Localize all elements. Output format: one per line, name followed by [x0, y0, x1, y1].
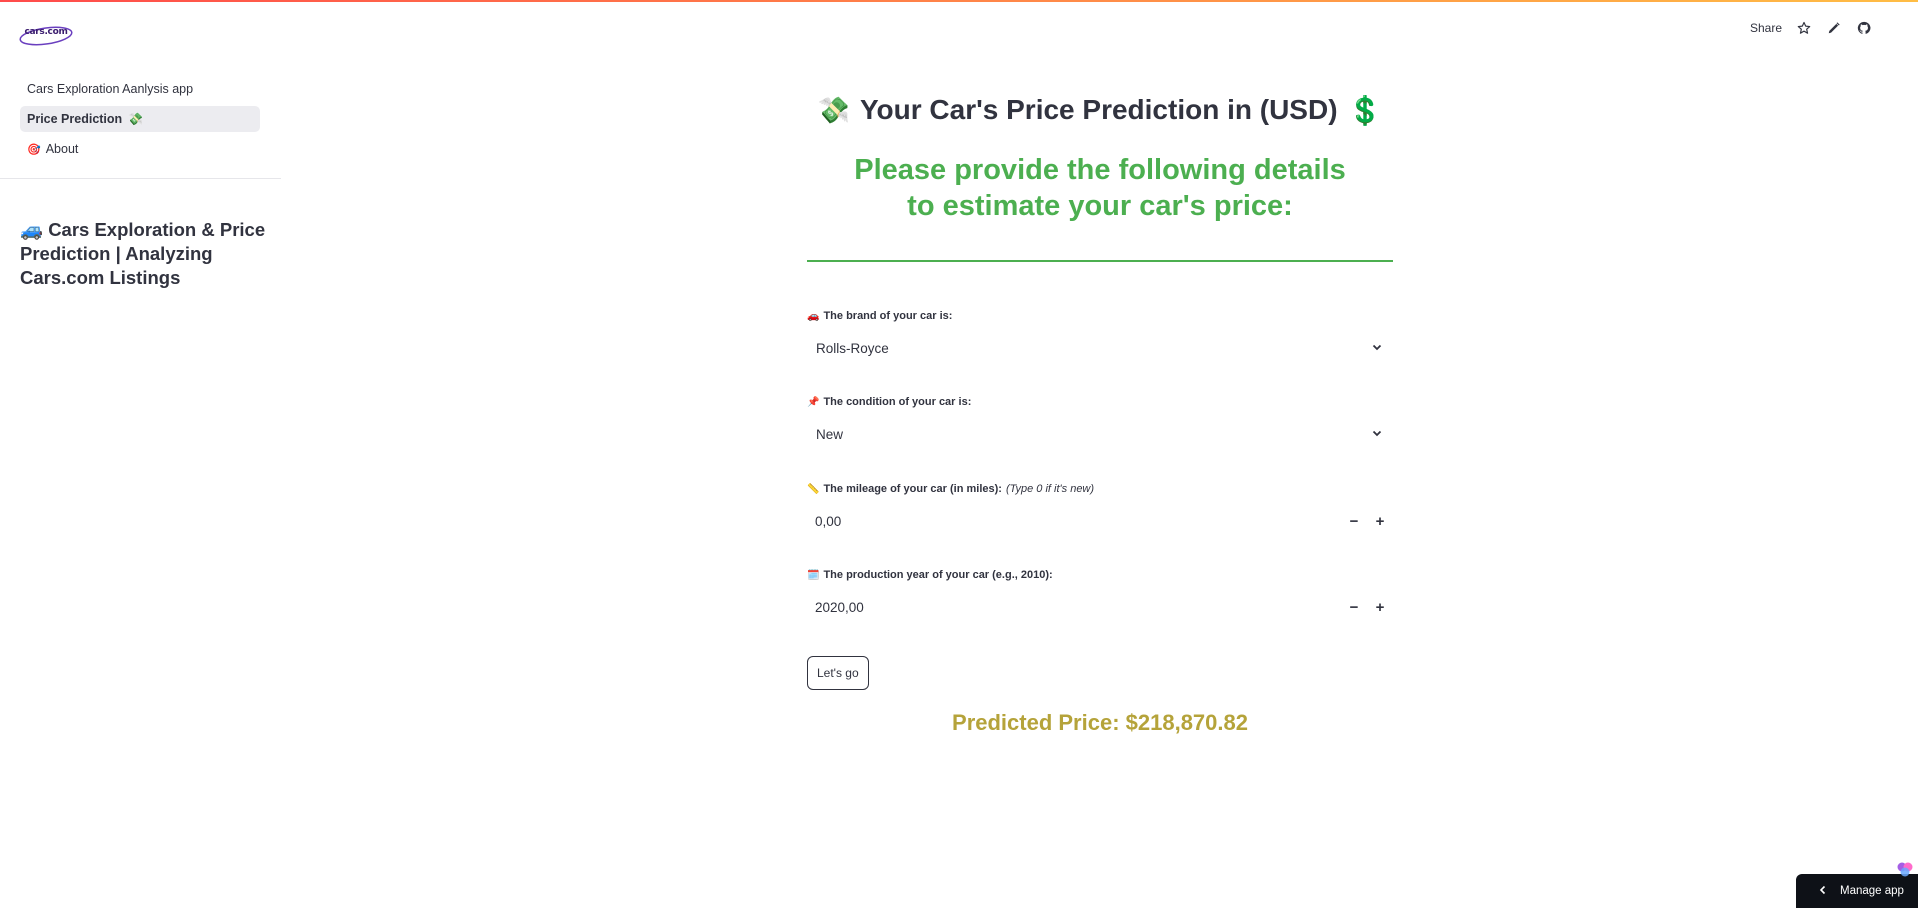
- star-icon[interactable]: [1796, 20, 1812, 36]
- year-label-text: The production year of your car (e.g., 2…: [823, 569, 1053, 581]
- brand-select-value: Rolls-Royce: [816, 340, 889, 356]
- dollar-icon: 💲: [1347, 94, 1383, 126]
- page-title-text: Your Car's Price Prediction in (USD): [859, 94, 1338, 125]
- mileage-label-text: The mileage of your car (in miles):: [823, 483, 1002, 495]
- section-divider: [807, 260, 1393, 262]
- sidebar-item-label: About: [45, 142, 79, 156]
- sidebar-item-about[interactable]: 🎯 About: [20, 136, 260, 162]
- sidebar-divider: [0, 178, 281, 179]
- manage-app-label: Manage app: [1840, 885, 1904, 897]
- decrement-button[interactable]: −: [1341, 594, 1367, 620]
- car-icon: 🚗: [807, 310, 820, 322]
- mileage-value: 0,00: [815, 513, 842, 529]
- brand-field: 🚗 The brand of your car is: Rolls-Royce: [807, 310, 1393, 365]
- cars-com-logo: cars.com: [19, 25, 73, 47]
- chevron-down-icon: [1371, 427, 1383, 442]
- mileage-input[interactable]: 0,00 − +: [807, 504, 1393, 538]
- pushpin-icon: 📌: [807, 396, 820, 408]
- brand-select[interactable]: Rolls-Royce: [807, 331, 1393, 365]
- condition-label: 📌 The condition of your car is:: [807, 396, 1393, 408]
- logo-text: cars.com: [24, 27, 68, 37]
- sidebar-item-label: Price Prediction: [27, 112, 123, 126]
- condition-select-value: New: [816, 426, 844, 442]
- mileage-label: 📏 The mileage of your car (in miles): (T…: [807, 483, 1393, 495]
- target-icon: 🎯: [27, 143, 41, 156]
- form-subtitle: Please provide the following details to …: [854, 154, 1346, 222]
- increment-button[interactable]: +: [1367, 594, 1393, 620]
- year-label: 🗓️ The production year of your car (e.g.…: [807, 569, 1393, 581]
- year-field: 🗓️ The production year of your car (e.g.…: [807, 569, 1393, 624]
- header-toolbar: Share: [1750, 20, 1872, 36]
- money-wings-icon: 💸: [817, 94, 850, 125]
- lets-go-button[interactable]: Let's go: [807, 656, 869, 690]
- sidebar-item-cars-exploration[interactable]: Cars Exploration Aanlysis app: [20, 76, 260, 102]
- page-title: 💸 Your Car's Price Prediction in (USD) 💲: [807, 90, 1393, 130]
- github-icon[interactable]: [1856, 20, 1872, 36]
- pencil-icon[interactable]: [1826, 20, 1842, 36]
- main-content: 💸 Your Car's Price Prediction in (USD) 💲…: [807, 90, 1393, 735]
- condition-label-text: The condition of your car is:: [823, 396, 972, 408]
- calendar-icon: 🗓️: [807, 569, 820, 581]
- streamlit-brain-icon: [1896, 860, 1914, 878]
- increment-button[interactable]: +: [1367, 508, 1393, 534]
- brand-label: 🚗 The brand of your car is:: [807, 310, 1393, 322]
- top-decoration-bar: [0, 0, 1918, 2]
- manage-app-button[interactable]: Manage app: [1796, 874, 1918, 908]
- sidebar: cars.com Cars Exploration Aanlysis app P…: [0, 2, 281, 908]
- year-input[interactable]: 2020,00 − +: [807, 590, 1393, 624]
- mileage-field: 📏 The mileage of your car (in miles): (T…: [807, 483, 1393, 538]
- year-value: 2020,00: [815, 599, 864, 615]
- sidebar-item-price-prediction[interactable]: Price Prediction 💸: [20, 106, 260, 132]
- share-button[interactable]: Share: [1750, 21, 1782, 35]
- chevron-left-icon: [1818, 885, 1828, 898]
- car-icon: 🚙: [20, 219, 44, 240]
- predicted-price: Predicted Price: $218,870.82: [952, 710, 1248, 735]
- sidebar-item-label: Cars Exploration Aanlysis app: [27, 82, 194, 96]
- ruler-icon: 📏: [807, 483, 820, 495]
- decrement-button[interactable]: −: [1341, 508, 1367, 534]
- condition-field: 📌 The condition of your car is: New: [807, 396, 1393, 451]
- condition-select[interactable]: New: [807, 417, 1393, 451]
- money-wings-icon: 💸: [128, 112, 144, 126]
- sidebar-title: 🚙 Cars Exploration & Price Prediction | …: [20, 218, 270, 290]
- sidebar-title-text: Cars Exploration & Price Prediction | An…: [20, 219, 266, 288]
- brand-label-text: The brand of your car is:: [823, 310, 953, 322]
- chevron-down-icon: [1371, 341, 1383, 356]
- sidebar-nav: Cars Exploration Aanlysis app Price Pred…: [20, 76, 260, 166]
- mileage-hint: (Type 0 if it's new): [1005, 483, 1095, 495]
